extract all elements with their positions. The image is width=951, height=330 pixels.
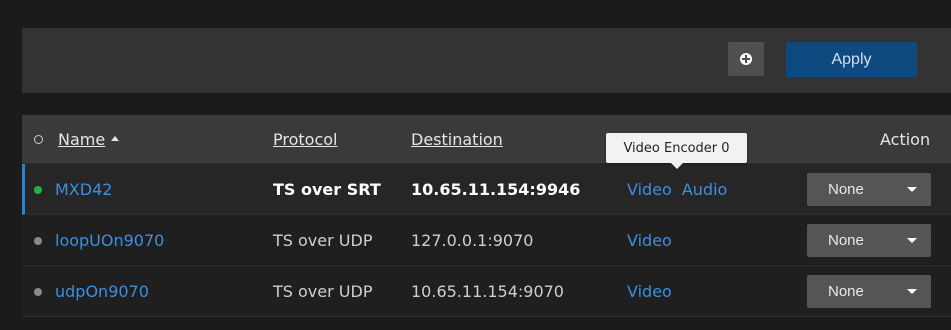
caret-down-icon xyxy=(907,238,917,243)
add-stream-button[interactable] xyxy=(728,42,764,76)
video-encoder-tooltip: Video Encoder 0 xyxy=(606,133,747,169)
stream-name-link[interactable]: udpOn9070 xyxy=(55,282,149,301)
table-row[interactable]: udpOn9070 TS over UDP 10.65.11.154:9070 … xyxy=(22,266,951,317)
column-header-action: Action xyxy=(880,130,931,149)
streams-cell: Video Audio xyxy=(627,180,727,199)
video-stream-link[interactable]: Video xyxy=(627,231,672,250)
action-select-value: None xyxy=(828,181,864,198)
table-header: Name Protocol Destination Action xyxy=(22,115,951,164)
column-header-name[interactable]: Name xyxy=(58,130,120,149)
column-header-protocol[interactable]: Protocol xyxy=(273,130,337,149)
streams-cell: Video xyxy=(627,282,672,301)
protocol-cell: TS over UDP xyxy=(273,282,373,301)
streams-table: Name Protocol Destination Action MXD42 T… xyxy=(22,115,951,317)
streams-panel: Apply Name Protocol Destination Action M… xyxy=(22,0,951,330)
protocol-cell: TS over SRT xyxy=(273,180,381,199)
caret-down-icon xyxy=(907,187,917,192)
destination-cell: 127.0.0.1:9070 xyxy=(411,231,534,250)
video-stream-link[interactable]: Video xyxy=(627,180,672,199)
table-row[interactable]: loopUOn9070 TS over UDP 127.0.0.1:9070 V… xyxy=(22,215,951,266)
apply-button[interactable]: Apply xyxy=(786,42,917,77)
video-stream-link[interactable]: Video xyxy=(627,282,672,301)
action-select[interactable]: None xyxy=(807,275,931,308)
column-header-destination[interactable]: Destination xyxy=(411,130,503,149)
action-select-value: None xyxy=(828,283,864,300)
action-select-value: None xyxy=(828,232,864,249)
stream-name-link[interactable]: MXD42 xyxy=(55,180,112,199)
status-dot xyxy=(34,186,42,194)
plus-circle-icon xyxy=(740,53,752,65)
protocol-cell: TS over UDP xyxy=(273,231,373,250)
streams-cell: Video xyxy=(627,231,672,250)
status-dot xyxy=(34,288,42,296)
status-dot xyxy=(34,237,42,245)
table-row[interactable]: MXD42 TS over SRT 10.65.11.154:9946 Vide… xyxy=(22,164,951,215)
caret-down-icon xyxy=(907,289,917,294)
sort-ascending-icon xyxy=(111,136,120,141)
action-select[interactable]: None xyxy=(807,224,931,257)
toolbar: Apply xyxy=(22,28,951,93)
action-select[interactable]: None xyxy=(807,173,931,206)
destination-cell: 10.65.11.154:9070 xyxy=(411,282,564,301)
select-all-radio[interactable] xyxy=(34,135,43,144)
audio-stream-link[interactable]: Audio xyxy=(682,180,727,199)
stream-name-link[interactable]: loopUOn9070 xyxy=(55,231,164,250)
column-header-name-label: Name xyxy=(58,130,106,149)
destination-cell: 10.65.11.154:9946 xyxy=(411,180,581,199)
